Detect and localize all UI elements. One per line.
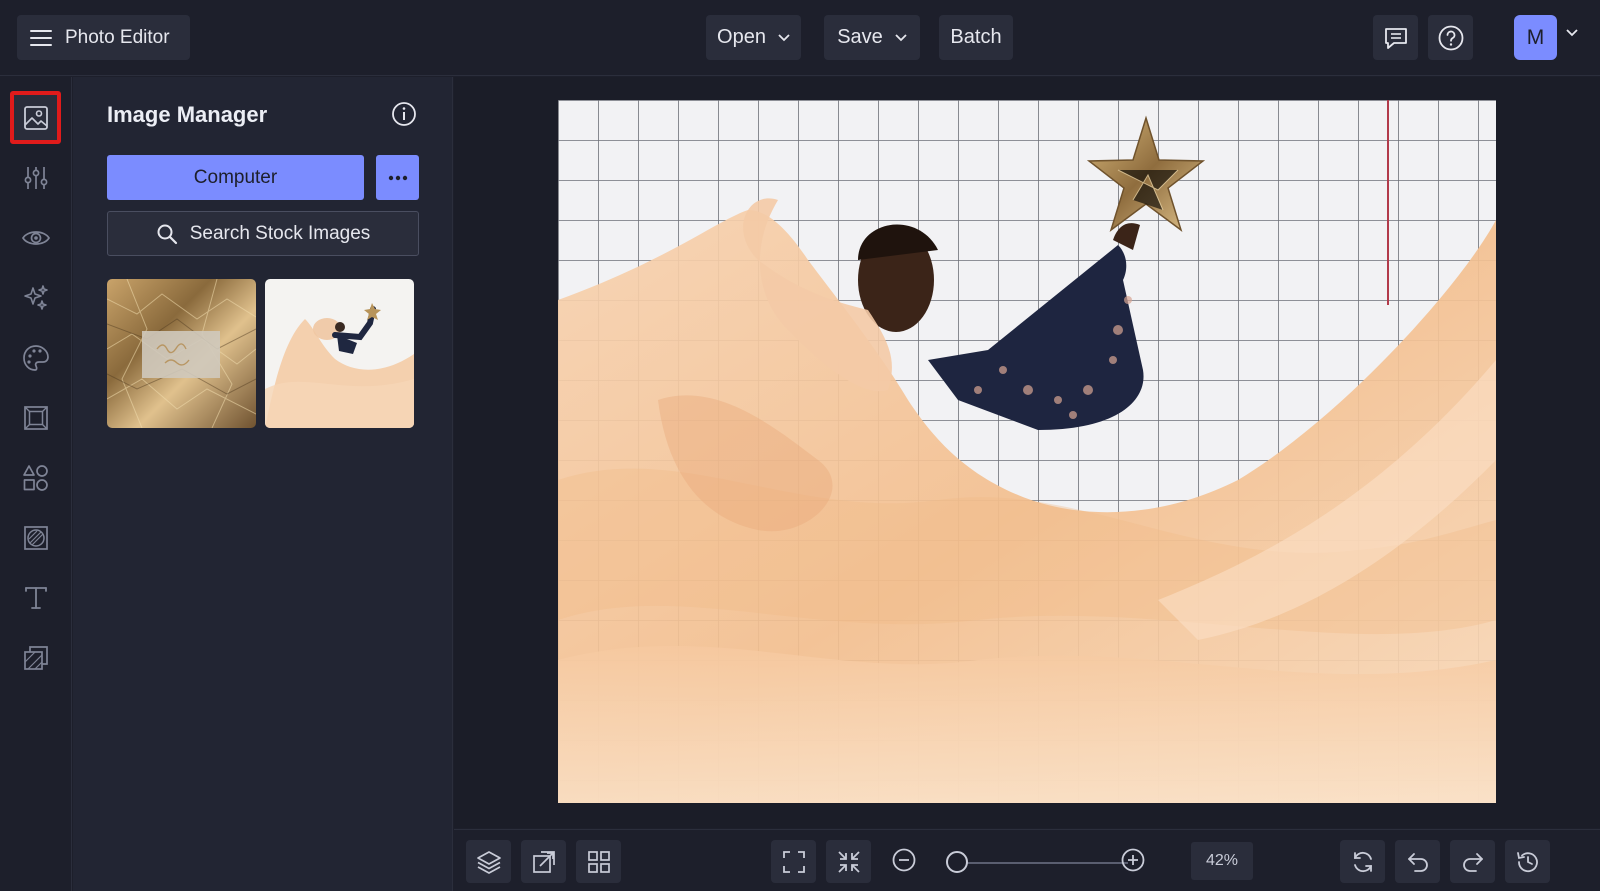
chevron-down-icon — [778, 33, 790, 42]
feedback-button[interactable] — [1373, 15, 1418, 60]
help-icon — [1437, 24, 1465, 52]
zoom-in-icon[interactable] — [1120, 847, 1146, 873]
app-menu-button[interactable]: Photo Editor — [17, 15, 190, 60]
rail-item-effects[interactable] — [10, 211, 61, 264]
rail-item-graphics[interactable] — [10, 451, 61, 504]
zoom-slider-handle[interactable] — [946, 851, 969, 873]
save-label: Save — [837, 26, 883, 48]
computer-upload-button[interactable]: Computer — [107, 155, 364, 200]
bottom-toolbar: 42% — [454, 829, 1600, 891]
rail-item-adjustments[interactable] — [10, 151, 61, 204]
tool-rail — [0, 77, 72, 891]
canvas-stage — [454, 77, 1600, 828]
info-icon[interactable] — [391, 101, 417, 127]
rail-item-artsy[interactable] — [10, 331, 61, 384]
eye-icon — [21, 226, 51, 250]
undo-icon — [1405, 849, 1431, 875]
overlay-icon — [22, 524, 50, 552]
layers-icon — [476, 849, 502, 875]
rail-item-touch-up[interactable] — [10, 271, 61, 324]
history-button[interactable] — [1505, 840, 1550, 883]
text-icon — [22, 584, 50, 612]
avatar[interactable]: M — [1514, 15, 1557, 60]
frame-icon — [22, 404, 50, 432]
refresh-icon — [1350, 849, 1376, 875]
open-label: Open — [717, 26, 766, 48]
panel-title: Image Manager — [107, 102, 268, 127]
grid-icon — [587, 850, 611, 874]
rail-item-overlays[interactable] — [10, 511, 61, 564]
canvas-image[interactable] — [558, 100, 1496, 803]
grid-view-button[interactable] — [576, 840, 621, 883]
search-icon — [156, 223, 178, 245]
image-manager-panel: Image Manager Computer Search Stock Imag… — [73, 77, 453, 891]
redo-button[interactable] — [1450, 840, 1495, 883]
rail-item-textures[interactable] — [10, 631, 61, 684]
top-bar: Photo Editor Open Save Batch M — [0, 0, 1600, 76]
palette-icon — [21, 343, 51, 373]
zoom-slider-track[interactable] — [950, 862, 1128, 864]
zoom-level[interactable]: 42% — [1191, 842, 1253, 880]
more-icon — [388, 175, 408, 181]
zoom-unit: % — [1223, 852, 1239, 869]
open-button[interactable]: Open — [706, 15, 801, 60]
app-title: Photo Editor — [65, 26, 170, 48]
help-button[interactable] — [1428, 15, 1473, 60]
resize-icon — [531, 849, 557, 875]
layers-button[interactable] — [466, 840, 511, 883]
zoom-out-icon[interactable] — [891, 847, 917, 873]
save-button[interactable]: Save — [824, 15, 920, 60]
chevron-down-icon — [895, 33, 907, 42]
sparkle-icon — [21, 283, 51, 313]
search-label: Search Stock Images — [189, 222, 371, 244]
texture-icon — [22, 644, 50, 672]
actual-size-button[interactable] — [826, 840, 871, 883]
hamburger-icon — [29, 28, 53, 48]
collapse-icon — [837, 850, 861, 874]
batch-label: Batch — [950, 26, 1002, 48]
history-icon — [1515, 849, 1541, 875]
rail-item-image-manager[interactable] — [10, 91, 61, 144]
sliders-icon — [22, 164, 50, 192]
expand-icon — [782, 850, 806, 874]
gold-foil-thumbnail[interactable] — [107, 279, 256, 428]
tulle-dress-thumbnail[interactable] — [265, 279, 414, 428]
batch-button[interactable]: Batch — [939, 15, 1013, 60]
fit-to-screen-button[interactable] — [771, 840, 816, 883]
resize-button[interactable] — [521, 840, 566, 883]
more-options-button[interactable] — [376, 155, 419, 200]
shapes-icon — [21, 463, 51, 493]
reset-button[interactable] — [1340, 840, 1385, 883]
undo-button[interactable] — [1395, 840, 1440, 883]
rail-item-frames[interactable] — [10, 391, 61, 444]
redo-icon — [1460, 849, 1486, 875]
rail-item-text[interactable] — [10, 571, 61, 624]
image-icon — [22, 104, 50, 132]
chat-icon — [1383, 25, 1409, 51]
search-stock-images-button[interactable]: Search Stock Images — [107, 211, 419, 256]
chevron-down-icon[interactable] — [1566, 29, 1578, 37]
zoom-value: 42 — [1205, 852, 1224, 869]
